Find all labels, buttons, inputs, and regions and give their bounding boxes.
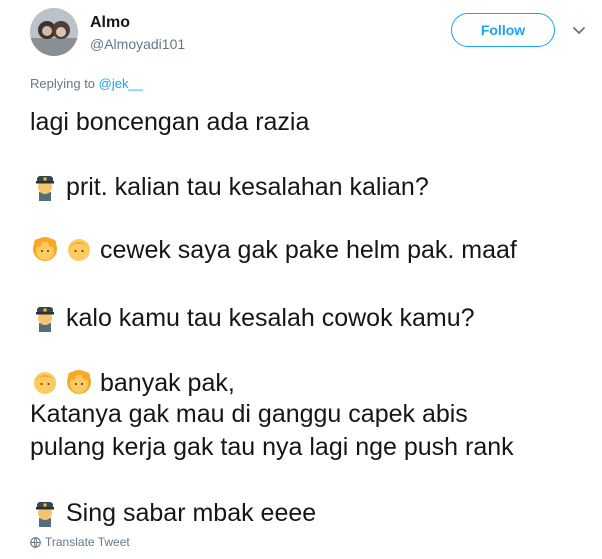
tweet-text-line: kalo kamu tau kesalah cowok kamu? — [30, 302, 475, 333]
tweet-text-line: banyak pak, — [30, 367, 235, 398]
translate-tweet-link[interactable]: Translate Tweet — [30, 535, 130, 549]
tweet-header: Almo @Almoyadi101 Follow — [30, 8, 602, 64]
tweet-text-line: prit. kalian tau kesalahan kalian? — [30, 171, 429, 202]
tweet-text-line: pulang kerja gak tau nya lagi nge push r… — [30, 433, 514, 461]
globe-icon — [30, 536, 41, 548]
user-handle[interactable]: @Almoyadi101 — [90, 36, 185, 52]
police-officer-emoji-icon — [30, 497, 60, 527]
girl-emoji-icon — [64, 367, 94, 397]
police-officer-emoji-icon — [30, 302, 60, 332]
mention-link[interactable]: @jek__ — [99, 76, 143, 91]
tweet-text-line: lagi boncengan ada razia — [30, 108, 310, 136]
replying-to-label: Replying to — [30, 76, 96, 91]
display-name[interactable]: Almo — [90, 14, 130, 32]
tweet-text-line: Katanya gak mau di ganggu capek abis — [30, 400, 468, 428]
tweet-text-line: cewek saya gak pake helm pak. maaf — [30, 234, 517, 265]
police-officer-emoji-icon — [30, 171, 60, 201]
avatar[interactable] — [30, 8, 78, 56]
replying-to: Replying to @jek__ — [30, 76, 143, 91]
boy-emoji-icon — [64, 234, 94, 264]
follow-button[interactable]: Follow — [451, 13, 555, 47]
chevron-down-icon[interactable] — [570, 21, 588, 39]
boy-emoji-icon — [30, 367, 60, 397]
girl-emoji-icon — [30, 234, 60, 264]
tweet-text-line: Sing sabar mbak eeee — [30, 497, 316, 528]
